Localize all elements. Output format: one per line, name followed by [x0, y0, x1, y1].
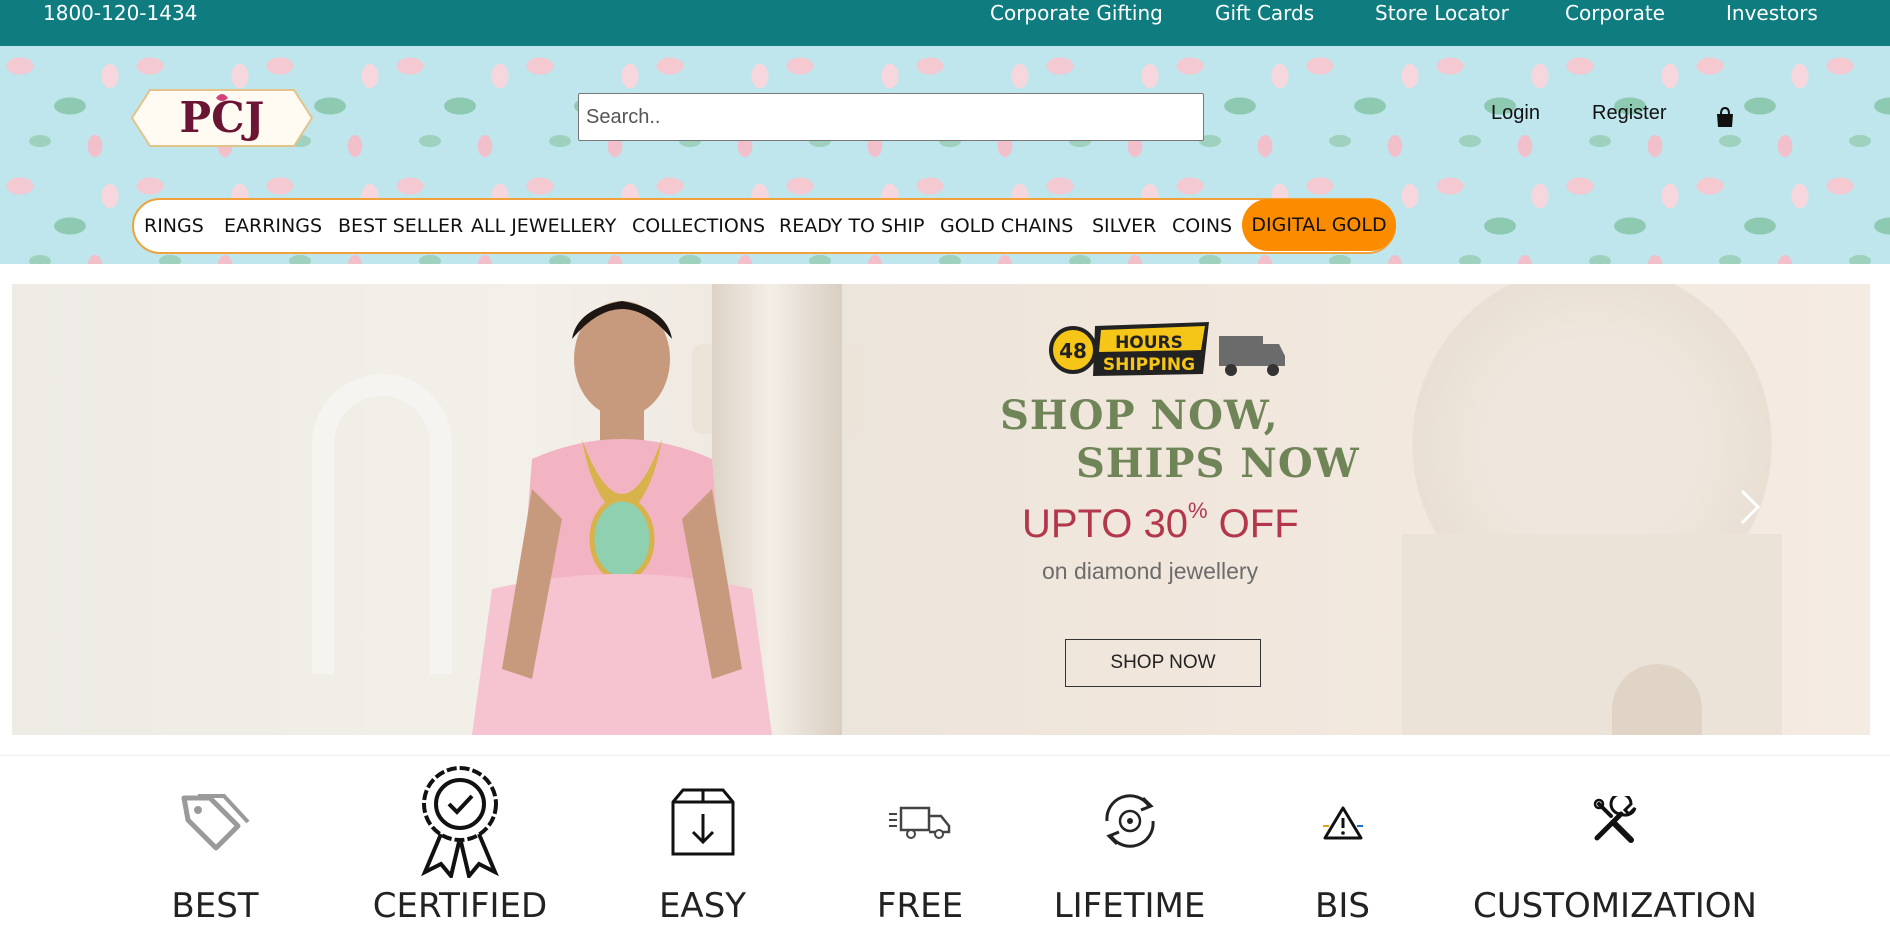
feature-best: BEST [140, 756, 290, 925]
corporate-gifting-link[interactable]: Corporate Gifting [990, 0, 1163, 26]
lifetime-exchange-icon [1104, 794, 1155, 848]
background-dome-base [1402, 534, 1782, 735]
nav-coins[interactable]: COINS [1172, 200, 1232, 252]
bis-hallmark-icon [1322, 806, 1363, 840]
gift-cards-link[interactable]: Gift Cards [1215, 0, 1314, 26]
tools-icon [1593, 796, 1637, 843]
nav-ready-to-ship[interactable]: READY TO SHIP [779, 200, 924, 252]
background-arch [312, 374, 452, 674]
top-bar: 1800-120-1434 Corporate Gifting Gift Car… [0, 0, 1890, 46]
feature-label: CUSTOMIZATION [1472, 886, 1757, 925]
nav-rings[interactable]: RINGS [144, 200, 204, 252]
banner-title-line2: SHIPS NOW [1076, 440, 1360, 487]
nav-collections[interactable]: COLLECTIONS [632, 200, 765, 252]
phone-number[interactable]: 1800-120-1434 [43, 0, 197, 26]
shop-now-button[interactable]: SHOP NOW [1065, 639, 1261, 687]
banner-title-line1: SHOP NOW, [1000, 392, 1279, 439]
investors-link[interactable]: Investors [1726, 0, 1818, 26]
banner-offer: UPTO 30% OFF [1022, 498, 1299, 547]
nav-gold-chains[interactable]: GOLD CHAINS [940, 200, 1073, 252]
svg-text:48: 48 [1059, 339, 1087, 363]
certified-badge-icon [421, 766, 499, 878]
feature-lifetime: LIFETIME [1052, 756, 1207, 925]
svg-text:SHIPPING: SHIPPING [1103, 355, 1195, 375]
feature-label: FREE [876, 886, 964, 925]
feature-label: EASY [658, 886, 747, 925]
search-input[interactable] [579, 94, 1203, 140]
feature-label: LIFETIME [1053, 886, 1206, 925]
chevron-right-icon[interactable] [1738, 487, 1762, 527]
hero-banner[interactable]: 48 HOURS SHIPPING SHOP NOW, SHIPS NOW UP… [12, 284, 1870, 735]
feature-free: FREE [870, 756, 970, 925]
nav-digital-gold[interactable]: DIGITAL GOLD [1242, 199, 1396, 251]
delivery-truck-icon [889, 806, 951, 839]
corporate-link[interactable]: Corporate [1565, 0, 1665, 26]
site-header: PCJ Login Register RINGS EARRINGS BEST S… [0, 46, 1890, 264]
brand-logo[interactable]: PCJ [130, 88, 314, 148]
svg-text:HOURS: HOURS [1115, 333, 1183, 353]
login-link[interactable]: Login [1491, 102, 1540, 125]
shopping-bag-icon[interactable] [1714, 106, 1736, 128]
banner-subtitle: on diamond jewellery [1042, 558, 1259, 584]
offer-percent: % [1188, 498, 1208, 523]
price-tag-icon [181, 794, 250, 851]
store-locator-link[interactable]: Store Locator [1375, 0, 1509, 26]
nav-silver[interactable]: SILVER [1092, 200, 1156, 252]
feature-customization: CUSTOMIZATION [1470, 756, 1760, 925]
model-image [472, 301, 772, 735]
feature-bis: BIS [1300, 756, 1385, 925]
feature-label: BIS [1315, 886, 1370, 925]
48-hours-shipping-badge: 48 HOURS SHIPPING [1049, 322, 1285, 376]
features-row: BEST CERTIFIED EASY FREE LIFETIME BIS CU… [0, 755, 1890, 925]
nav-best-seller[interactable]: BEST SELLER [338, 200, 463, 252]
return-box-icon [671, 788, 734, 856]
feature-label: CERTIFIED [372, 886, 548, 925]
feature-certified: CERTIFIED [365, 756, 555, 925]
offer-suffix: OFF [1207, 502, 1299, 546]
nav-earrings[interactable]: EARRINGS [224, 200, 322, 252]
main-nav: RINGS EARRINGS BEST SELLER ALL JEWELLERY… [132, 198, 1396, 254]
register-link[interactable]: Register [1592, 102, 1666, 125]
offer-prefix: UPTO 30 [1022, 502, 1188, 546]
nav-all-jewellery[interactable]: ALL JEWELLERY [471, 200, 616, 252]
search-box[interactable] [578, 93, 1204, 141]
feature-label: BEST [171, 886, 259, 925]
feature-easy: EASY [640, 756, 765, 925]
